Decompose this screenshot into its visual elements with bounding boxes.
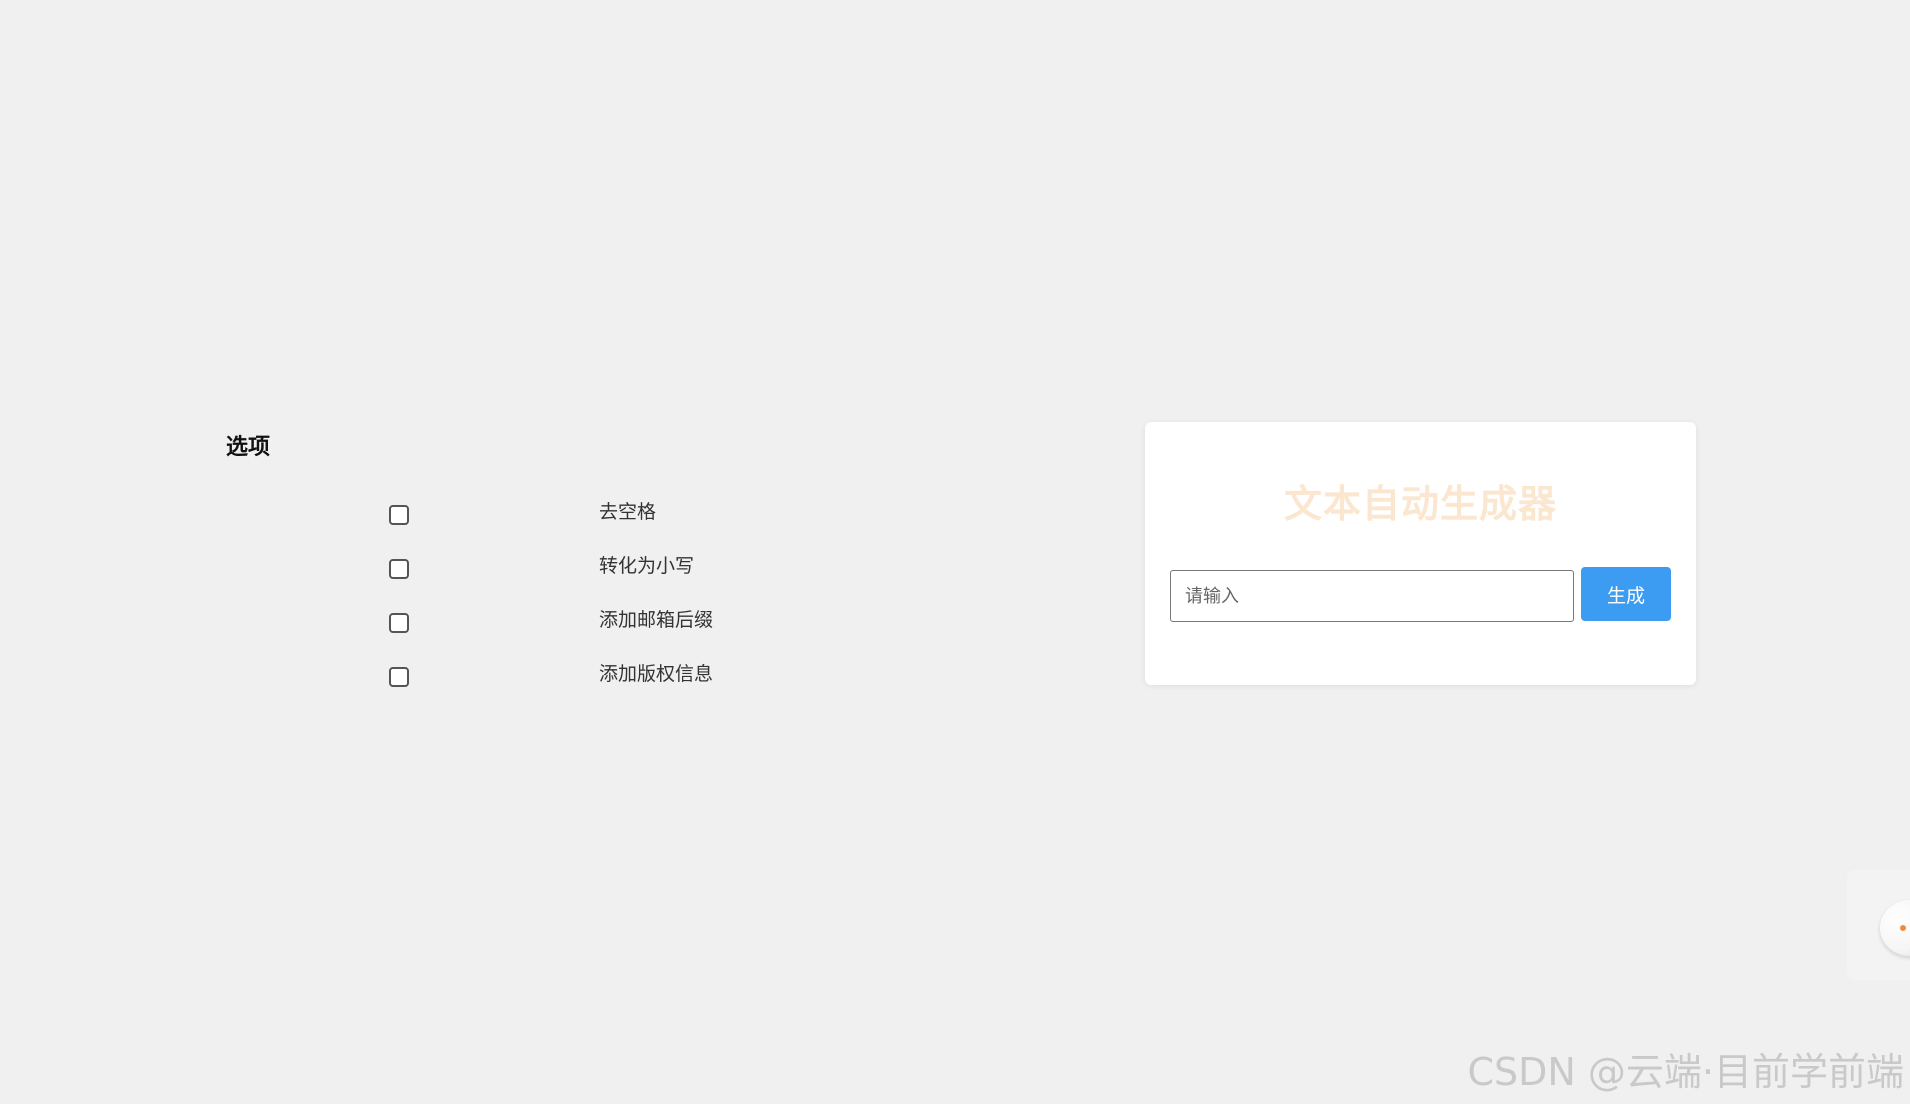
option-checkbox-trim-spaces[interactable]	[389, 505, 409, 525]
option-label-lowercase: 转化为小写	[599, 555, 695, 577]
option-checkbox-copyright[interactable]	[389, 667, 409, 687]
option-row-lowercase: 转化为小写	[226, 548, 926, 602]
text-input[interactable]	[1170, 570, 1574, 622]
options-title: 选项	[226, 435, 271, 460]
floating-assistant-widget[interactable]	[1847, 870, 1910, 980]
generator-card: 文本自动生成器 生成	[1145, 422, 1696, 685]
option-checkbox-email-suffix[interactable]	[389, 613, 409, 633]
option-label-copyright: 添加版权信息	[599, 663, 714, 685]
generator-title: 文本自动生成器	[1283, 482, 1557, 526]
option-row-copyright: 添加版权信息	[226, 656, 926, 710]
assistant-dot-icon	[1900, 925, 1906, 931]
option-row-trim-spaces: 去空格	[226, 494, 926, 548]
option-label-email-suffix: 添加邮箱后缀	[599, 609, 714, 631]
page: 选项 去空格 转化为小写 添加邮箱后缀 添加版权信息 文本自动生成器 生成 CS…	[0, 0, 1910, 1104]
option-checkbox-lowercase[interactable]	[389, 559, 409, 579]
watermark: CSDN @云端·目前学前端	[1467, 1050, 1905, 1094]
option-label-trim-spaces: 去空格	[599, 501, 657, 523]
generate-button[interactable]: 生成	[1581, 567, 1671, 621]
option-row-email-suffix: 添加邮箱后缀	[226, 602, 926, 656]
options-panel: 选项 去空格 转化为小写 添加邮箱后缀 添加版权信息	[226, 430, 926, 710]
